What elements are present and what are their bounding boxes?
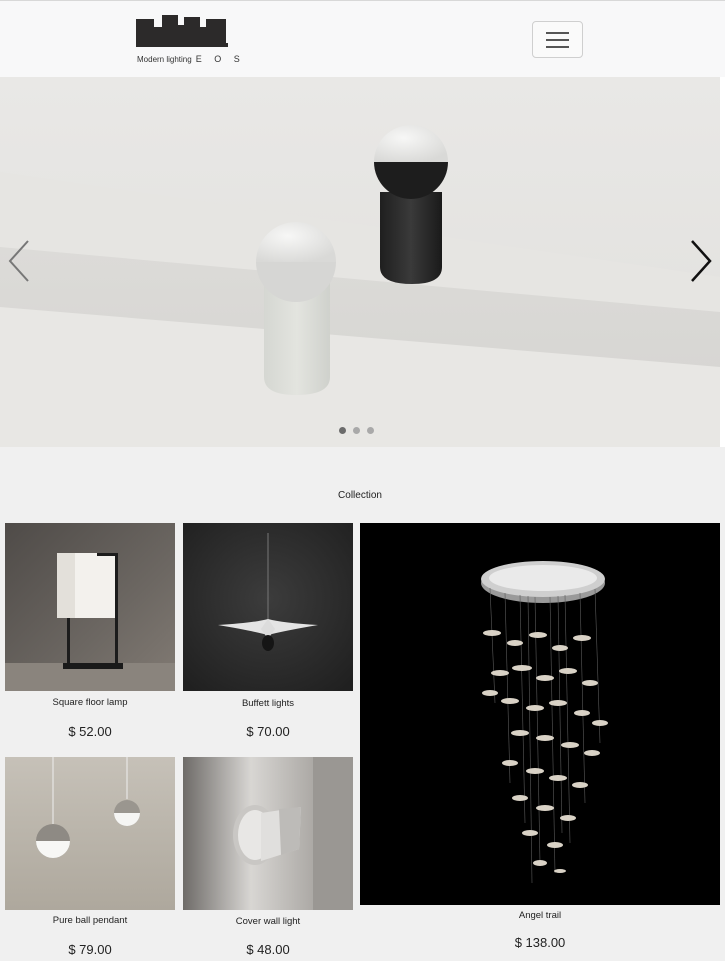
product-image-square-floor-lamp[interactable] — [5, 523, 175, 691]
carousel-dot-1[interactable] — [339, 427, 346, 434]
product-name[interactable]: Cover wall light — [183, 916, 353, 927]
carousel-dot-2[interactable] — [353, 427, 360, 434]
product-price: $ 48.00 — [246, 942, 290, 957]
product-name[interactable]: Angel trail — [360, 910, 720, 921]
product-price: $ 52.00 — [68, 724, 112, 739]
product-name[interactable]: Square floor lamp — [5, 697, 175, 708]
site-header: Modern lighting E O S — [0, 0, 725, 77]
hero-slide-image — [0, 77, 720, 447]
carousel-indicators — [339, 427, 374, 437]
brand-logo[interactable]: Modern lighting E O S — [136, 13, 240, 69]
logo-text: Modern lighting E O S — [137, 54, 245, 64]
logo-brand: E O S — [195, 54, 245, 64]
product-image-pure-ball-pendant[interactable] — [5, 757, 175, 910]
carousel-dot-3[interactable] — [367, 427, 374, 434]
product-image-angel-trail[interactable] — [360, 523, 720, 905]
product-image-buffett-lights[interactable] — [183, 523, 353, 691]
product-name[interactable]: Buffett lights — [183, 698, 353, 709]
product-price: $ 79.00 — [68, 942, 112, 957]
chevron-left-icon[interactable] — [4, 237, 34, 285]
collection-heading: Collection — [338, 490, 382, 501]
product-image-cover-wall-light[interactable] — [183, 757, 353, 910]
hero-carousel[interactable] — [0, 77, 720, 447]
chevron-right-icon[interactable] — [686, 237, 716, 285]
hamburger-icon — [546, 32, 569, 34]
product-name[interactable]: Pure ball pendant — [5, 915, 175, 926]
hamburger-icon-line — [546, 46, 569, 48]
hamburger-icon-line — [546, 39, 569, 41]
menu-toggle-button[interactable] — [532, 21, 583, 58]
product-price: $ 70.00 — [246, 724, 290, 739]
logo-tagline: Modern lighting — [137, 55, 192, 64]
logo-mark — [136, 15, 228, 47]
scrollbar-track[interactable] — [720, 77, 725, 447]
product-price: $ 138.00 — [514, 935, 566, 950]
